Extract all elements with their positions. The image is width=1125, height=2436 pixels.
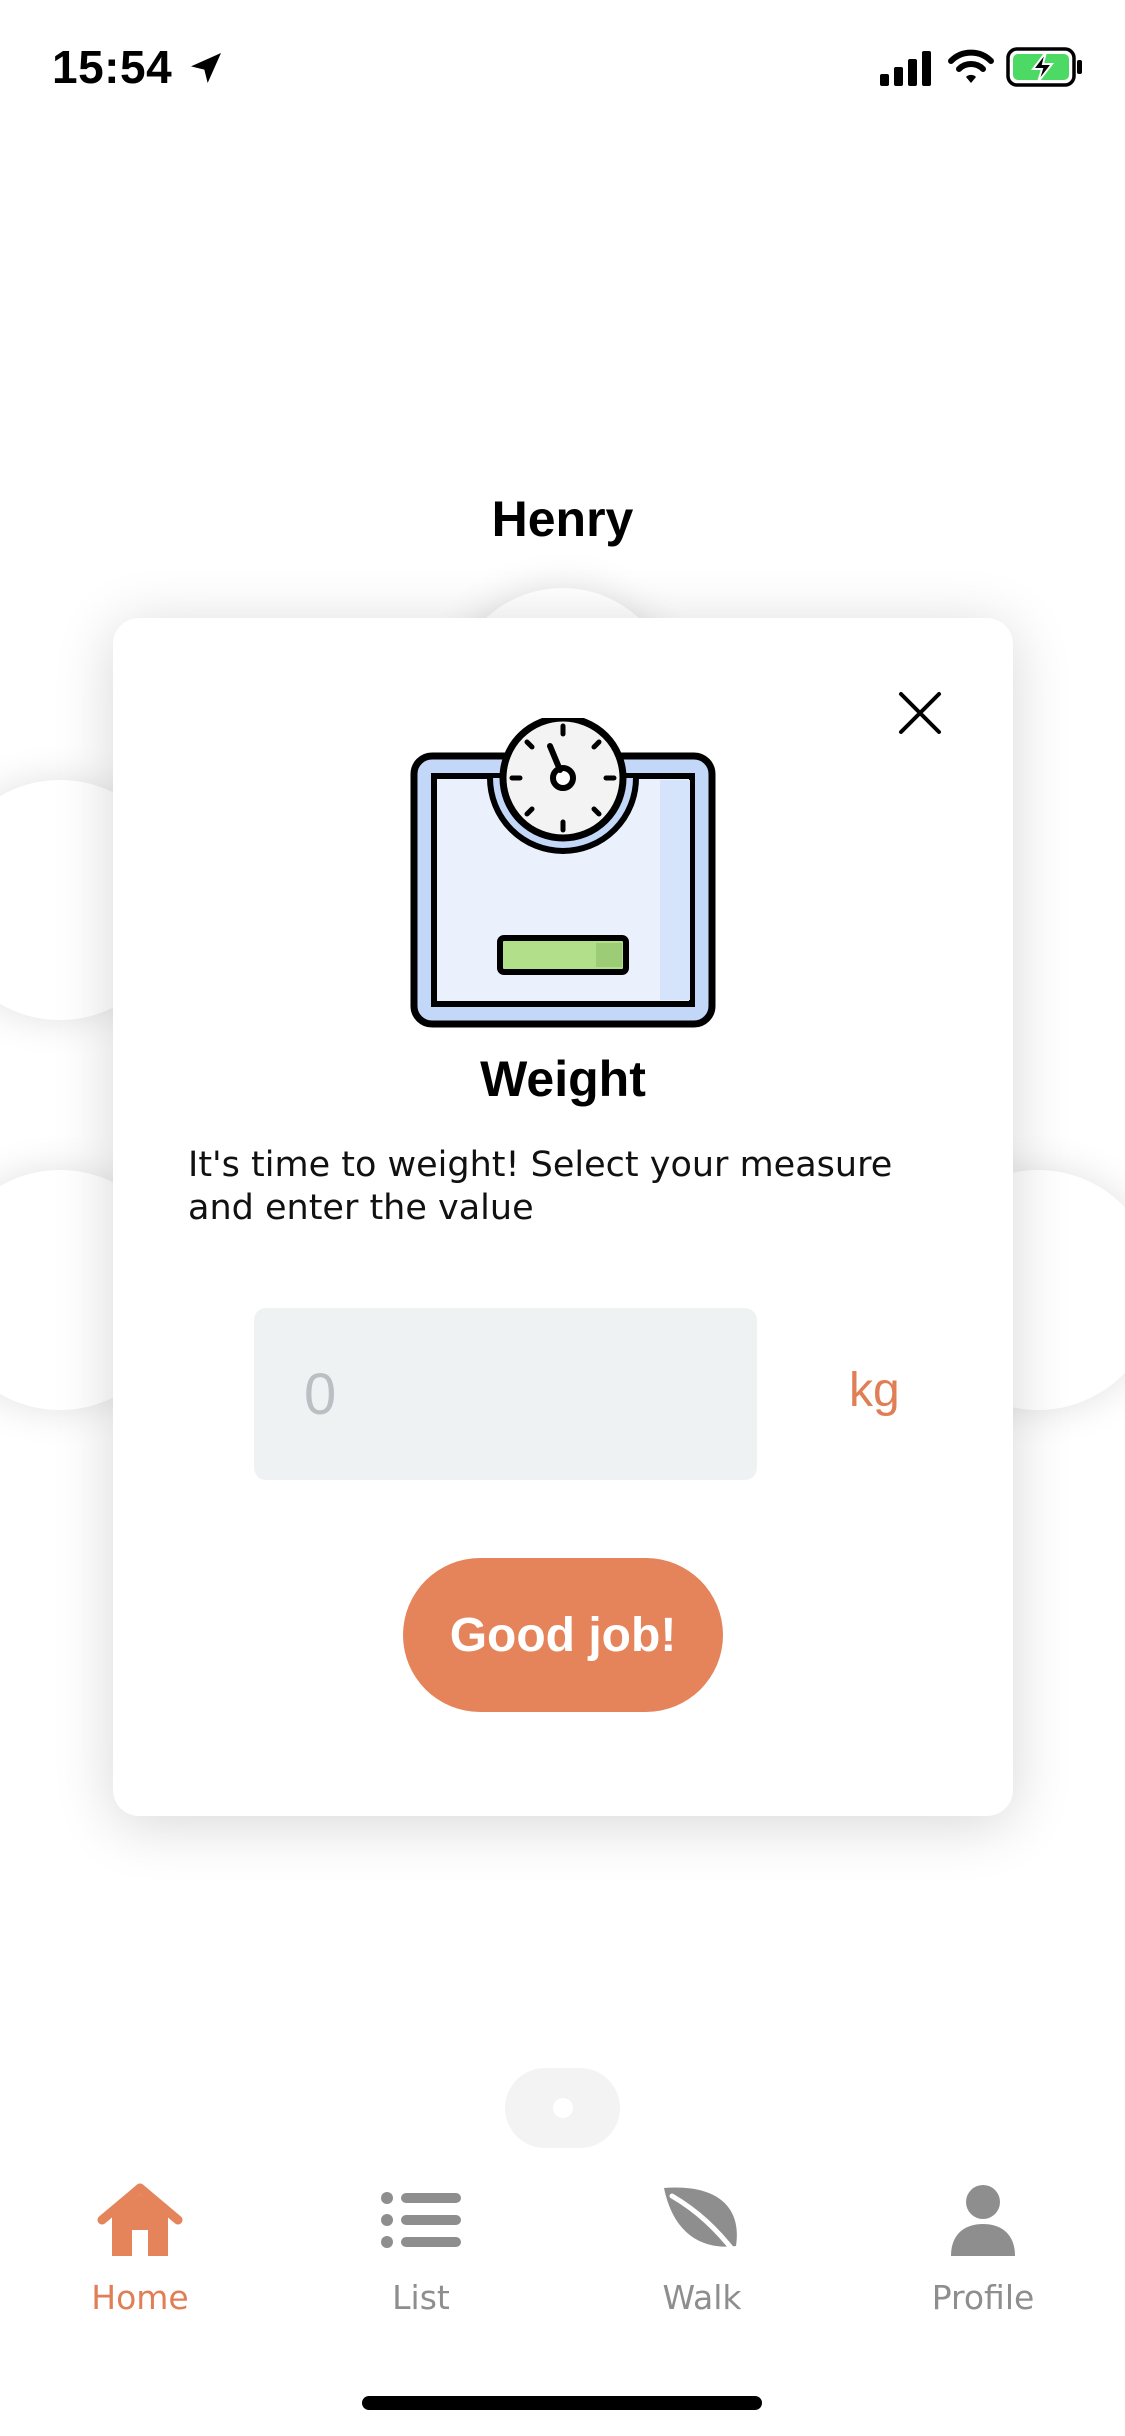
status-bar: 15:54 bbox=[0, 0, 1125, 140]
person-icon bbox=[951, 2185, 1015, 2256]
scale-icon bbox=[410, 718, 716, 1028]
close-icon[interactable] bbox=[897, 690, 943, 736]
list-icon bbox=[381, 2192, 461, 2248]
tab-list[interactable]: List bbox=[321, 2180, 521, 2317]
status-time: 15:54 bbox=[52, 41, 173, 93]
wifi-icon bbox=[948, 49, 994, 83]
tab-home-label: Home bbox=[91, 2278, 189, 2317]
leaf-icon bbox=[664, 2187, 739, 2257]
unit-selector[interactable]: kg bbox=[849, 1363, 900, 1418]
weight-input[interactable] bbox=[254, 1308, 757, 1480]
tab-profile-label: Profile bbox=[931, 2278, 1035, 2317]
cellular-signal-icon bbox=[880, 51, 931, 86]
tab-profile[interactable]: Profile bbox=[883, 2180, 1083, 2317]
modal-title: Weight bbox=[480, 1051, 646, 1107]
screen: 15:54 Henry Weight It's time to weight! … bbox=[0, 0, 1125, 2436]
modal-description: It's time to weight! Select your measure… bbox=[188, 1145, 893, 1228]
home-icon bbox=[97, 2183, 183, 2256]
battery-charging-icon bbox=[1006, 47, 1082, 87]
tab-bar: Home List Walk Profile bbox=[0, 2180, 1125, 2360]
tab-walk-label: Walk bbox=[662, 2278, 742, 2317]
weight-modal: Weight It's time to weight! Select your … bbox=[113, 618, 1013, 1816]
home-indicator[interactable] bbox=[362, 2396, 762, 2410]
page-indicator bbox=[505, 2068, 620, 2148]
location-arrow-icon bbox=[191, 53, 221, 83]
pet-name: Henry bbox=[491, 491, 634, 547]
good-job-button[interactable]: Good job! bbox=[403, 1558, 723, 1712]
tab-list-label: List bbox=[392, 2278, 450, 2317]
tab-home[interactable]: Home bbox=[40, 2180, 240, 2317]
tab-walk[interactable]: Walk bbox=[602, 2180, 802, 2317]
